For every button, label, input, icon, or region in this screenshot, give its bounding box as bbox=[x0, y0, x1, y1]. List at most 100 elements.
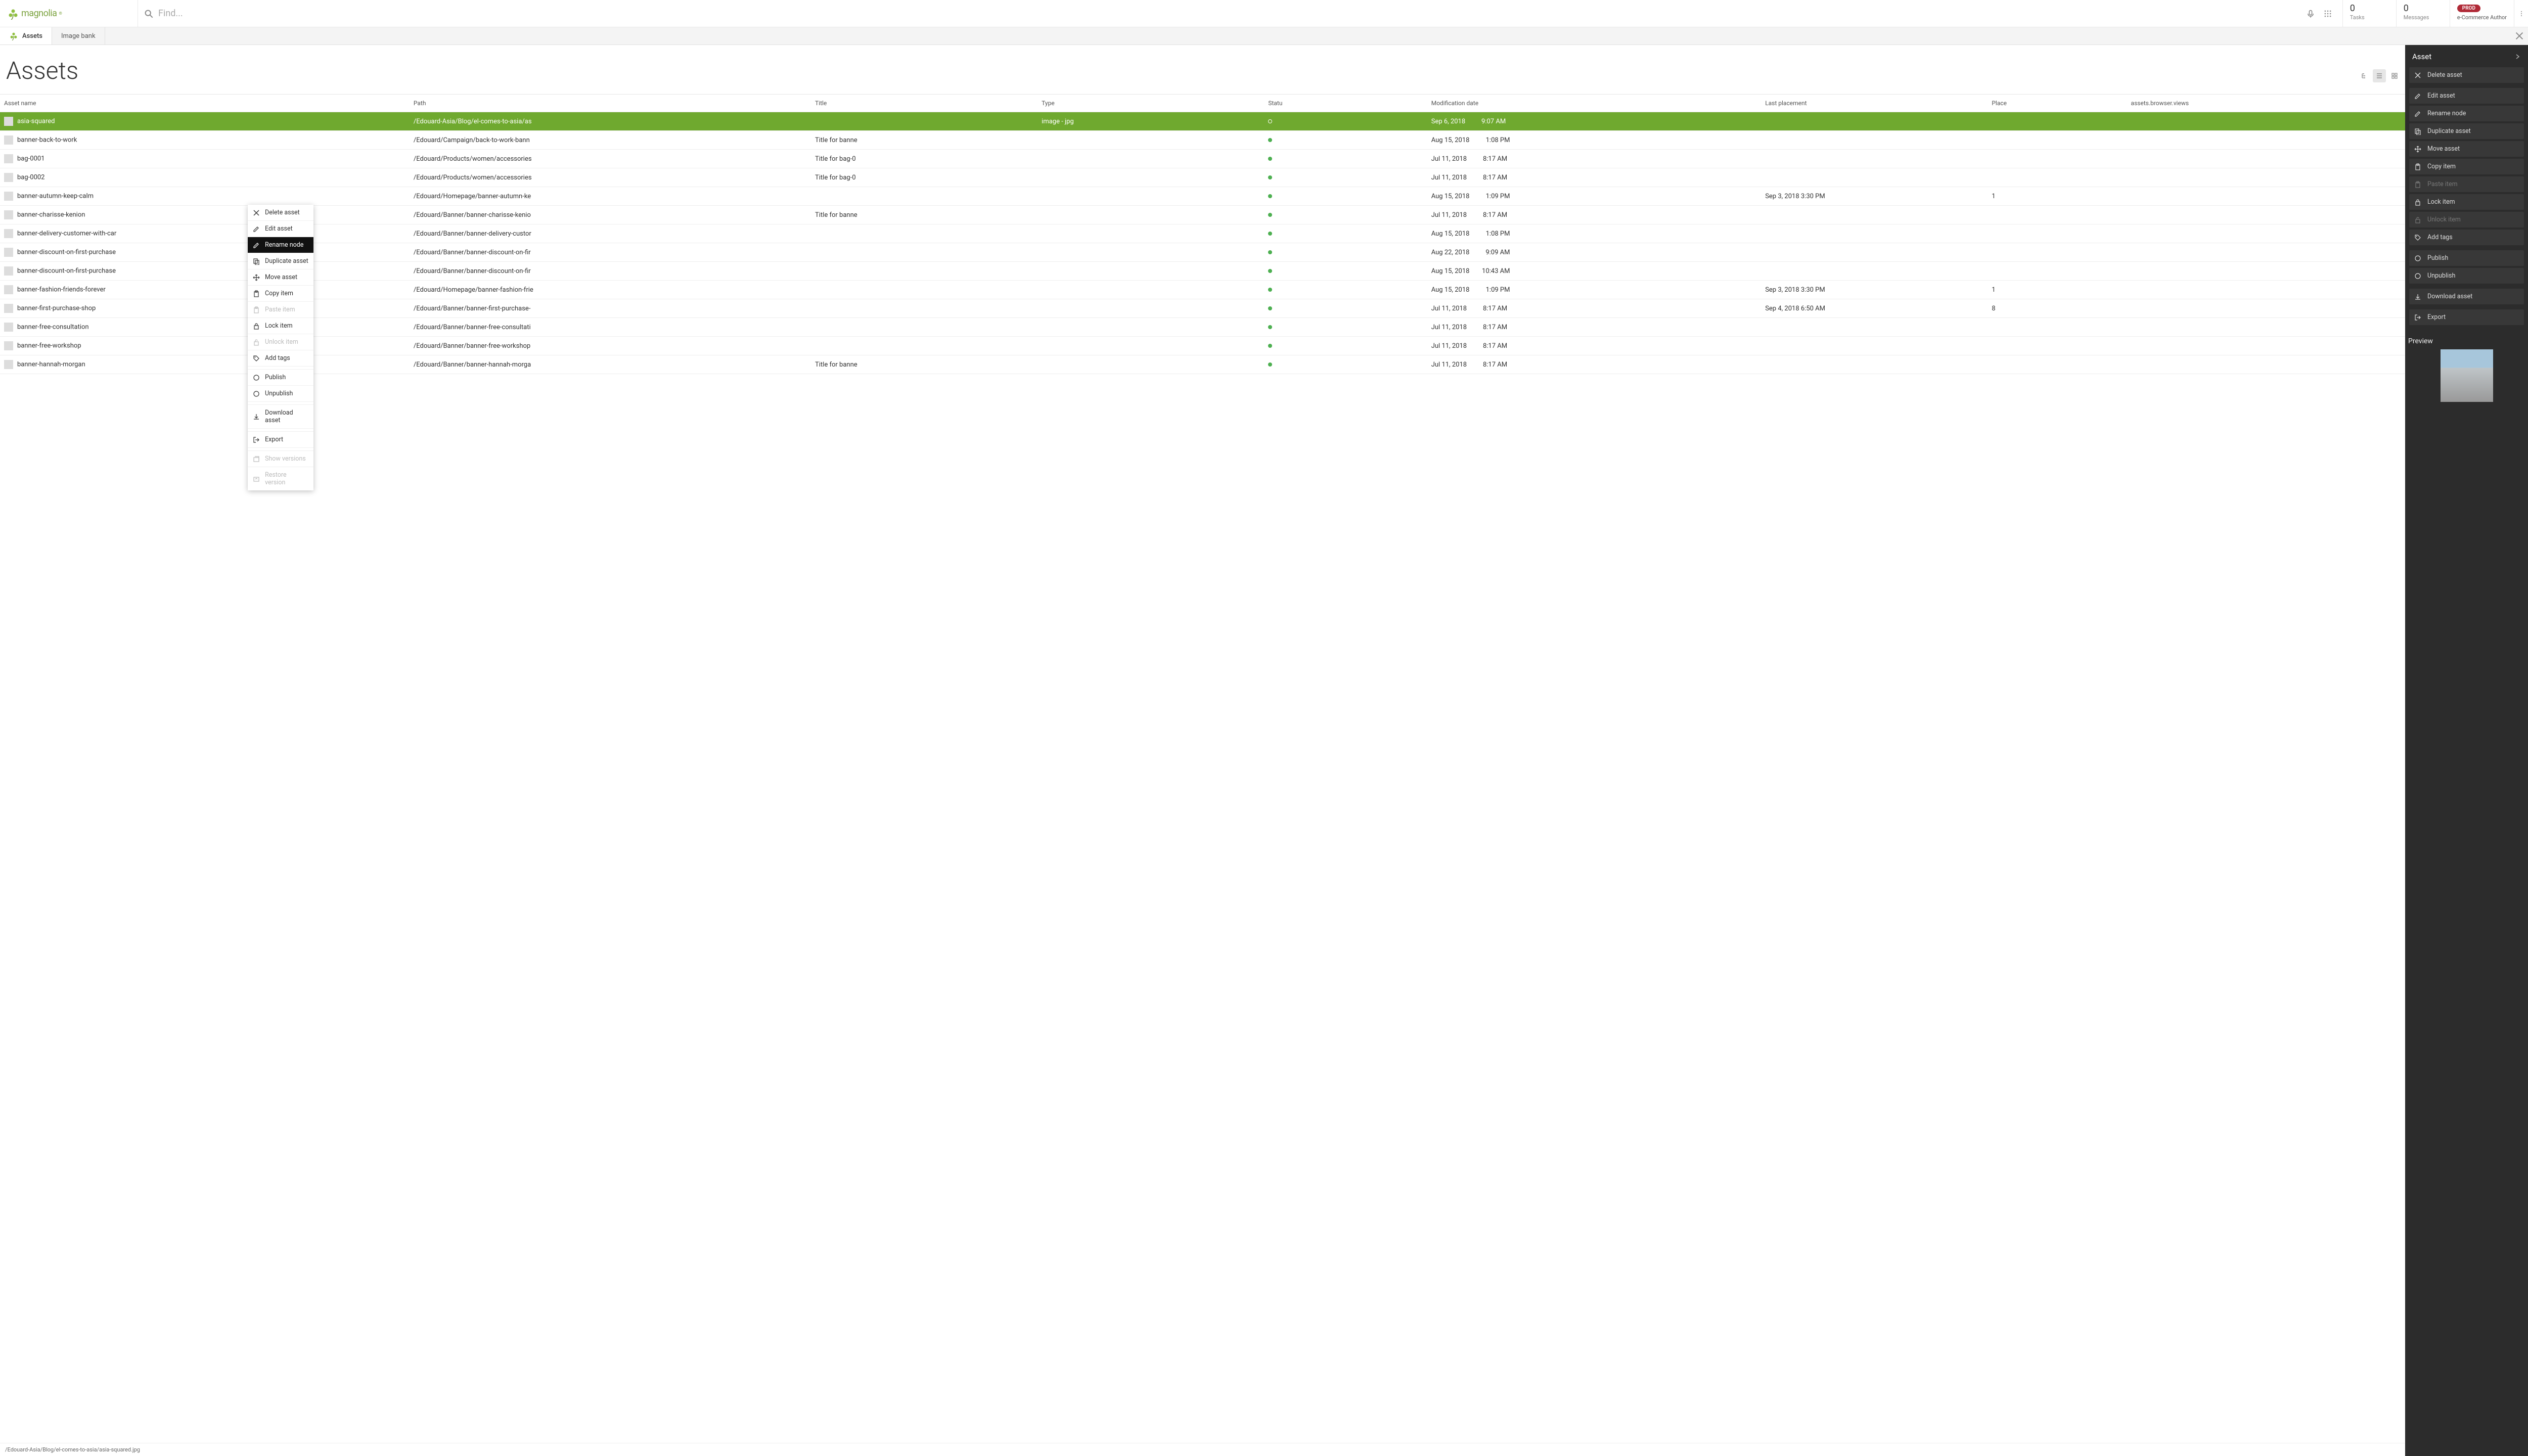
ctx-delete-asset[interactable]: Delete asset bbox=[248, 205, 313, 220]
col-modification[interactable]: Modification date bbox=[1427, 95, 1761, 112]
asset-path: /Edouard/Banner/banner-free-workshop bbox=[410, 337, 811, 355]
action-lock-item[interactable]: Lock item bbox=[2409, 194, 2524, 210]
table-row[interactable]: banner-charisse-kenion/Edouard/Banner/ba… bbox=[0, 206, 2405, 224]
asset-place-count bbox=[1988, 206, 2127, 224]
tasks-counter[interactable]: 0 Tasks bbox=[2342, 0, 2396, 27]
action-delete-asset[interactable]: Delete asset bbox=[2409, 67, 2524, 83]
col-last-placement[interactable]: Last placement bbox=[1761, 95, 1988, 112]
ctx-publish[interactable]: Publish bbox=[248, 369, 313, 385]
col-path[interactable]: Path bbox=[410, 95, 811, 112]
table-row[interactable]: banner-fashion-friends-forever/Edouard/H… bbox=[0, 281, 2405, 299]
ctx-label: Paste item bbox=[265, 306, 295, 313]
asset-views bbox=[2127, 355, 2405, 374]
asset-views bbox=[2127, 243, 2405, 262]
brand-name: magnolia bbox=[21, 8, 57, 19]
col-place[interactable]: Place bbox=[1988, 95, 2127, 112]
tab-image-bank[interactable]: Image bank bbox=[52, 27, 105, 44]
action-publish[interactable]: Publish bbox=[2409, 250, 2524, 266]
magnolia-flower-icon bbox=[7, 8, 19, 20]
ctx-label: Delete asset bbox=[265, 209, 300, 216]
ctx-move-asset[interactable]: Move asset bbox=[248, 269, 313, 285]
download-icon bbox=[253, 413, 260, 420]
action-edit-asset[interactable]: Edit asset bbox=[2409, 88, 2524, 104]
brand-logo[interactable]: magnolia® bbox=[7, 8, 62, 20]
action-duplicate-asset[interactable]: Duplicate asset bbox=[2409, 123, 2524, 139]
status-published-icon bbox=[1268, 213, 1272, 217]
ctx-export[interactable]: Export bbox=[248, 431, 313, 447]
table-row[interactable]: banner-autumn-keep-calm/Edouard/Homepage… bbox=[0, 187, 2405, 206]
status-published-icon bbox=[1268, 269, 1272, 273]
ctx-add-tags[interactable]: Add tags bbox=[248, 350, 313, 366]
table-row[interactable]: banner-free-workshop/Edouard/Banner/bann… bbox=[0, 337, 2405, 355]
col-type[interactable]: Type bbox=[1037, 95, 1264, 112]
action-add-tags[interactable]: Add tags bbox=[2409, 230, 2524, 245]
asset-views bbox=[2127, 168, 2405, 187]
messages-counter[interactable]: 0 Messages bbox=[2396, 0, 2450, 27]
search-input[interactable] bbox=[153, 8, 2302, 19]
ctx-download-asset[interactable]: Download asset bbox=[248, 404, 313, 428]
action-unpublish[interactable]: Unpublish bbox=[2409, 268, 2524, 284]
table-row[interactable]: bag-0001/Edouard/Products/women/accessor… bbox=[0, 150, 2405, 168]
lock-icon bbox=[253, 323, 260, 330]
header-menu-button[interactable] bbox=[2514, 0, 2528, 27]
table-row[interactable]: asia-squared/Edouard-Asia/Blog/el-comes-… bbox=[0, 112, 2405, 131]
action-move-asset[interactable]: Move asset bbox=[2409, 141, 2524, 157]
action-label: Unlock item bbox=[2427, 216, 2461, 223]
asset-type bbox=[1037, 318, 1264, 337]
asset-name: banner-autumn-keep-calm bbox=[17, 192, 94, 200]
asset-title: Title for bag-0 bbox=[811, 168, 1037, 187]
circle-icon bbox=[253, 374, 260, 381]
action-rename-node[interactable]: Rename node bbox=[2409, 106, 2524, 121]
ctx-duplicate-asset[interactable]: Duplicate asset bbox=[248, 253, 313, 269]
grid-icon bbox=[2391, 72, 2398, 79]
ctx-lock-item[interactable]: Lock item bbox=[248, 317, 313, 334]
ctx-edit-asset[interactable]: Edit asset bbox=[248, 220, 313, 237]
asset-mod-date: Jul 11, 20188:17 AM bbox=[1427, 318, 1761, 337]
asset-name: banner-back-to-work bbox=[17, 136, 77, 144]
panel-header[interactable]: Asset bbox=[2405, 45, 2528, 67]
action-copy-item[interactable]: Copy item bbox=[2409, 159, 2524, 174]
status-published-icon bbox=[1268, 344, 1272, 348]
action-export[interactable]: Export bbox=[2409, 309, 2524, 325]
clip-icon bbox=[253, 306, 260, 313]
mic-icon[interactable] bbox=[2306, 9, 2315, 18]
ctx-label: Publish bbox=[265, 374, 286, 381]
list-view-button[interactable] bbox=[2373, 69, 2386, 82]
ctx-copy-item[interactable]: Copy item bbox=[248, 285, 313, 301]
action-unlock-item: Unlock item bbox=[2409, 212, 2524, 228]
ctx-rename-node[interactable]: Rename node bbox=[248, 237, 313, 253]
clip-icon bbox=[2414, 181, 2421, 188]
grid-view-button[interactable] bbox=[2388, 69, 2401, 82]
col-title[interactable]: Title bbox=[811, 95, 1037, 112]
action-label: Publish bbox=[2427, 254, 2448, 262]
ctx-unpublish[interactable]: Unpublish bbox=[248, 385, 313, 401]
table-row[interactable]: bag-0002/Edouard/Products/women/accessor… bbox=[0, 168, 2405, 187]
asset-title: Title for banne bbox=[811, 206, 1037, 224]
asset-last-placement bbox=[1761, 131, 1988, 150]
tab-assets[interactable]: Assets bbox=[0, 27, 52, 44]
asset-type bbox=[1037, 224, 1264, 243]
tree-view-button[interactable] bbox=[2358, 69, 2371, 82]
environment-indicator[interactable]: PROD e-Commerce Author bbox=[2450, 0, 2514, 27]
tag-icon bbox=[253, 355, 260, 362]
table-row[interactable]: banner-free-consultation/Edouard/Banner/… bbox=[0, 318, 2405, 337]
asset-place-count: 1 bbox=[1988, 281, 2127, 299]
col-views[interactable]: assets.browser.views bbox=[2127, 95, 2405, 112]
close-app-icon[interactable] bbox=[2515, 31, 2524, 40]
download-icon bbox=[2414, 293, 2421, 300]
action-download-asset[interactable]: Download asset bbox=[2409, 289, 2524, 304]
apps-grid-icon[interactable] bbox=[2323, 9, 2332, 18]
table-row[interactable]: banner-back-to-work/Edouard/Campaign/bac… bbox=[0, 131, 2405, 150]
table-row[interactable]: banner-first-purchase-shop/Edouard/Banne… bbox=[0, 299, 2405, 318]
table-row[interactable]: banner-discount-on-first-purchase/Edouar… bbox=[0, 262, 2405, 281]
col-asset-name[interactable]: Asset name bbox=[0, 95, 410, 112]
table-row[interactable]: banner-hannah-morgan/Edouard/Banner/bann… bbox=[0, 355, 2405, 374]
asset-type bbox=[1037, 281, 1264, 299]
asset-views bbox=[2127, 337, 2405, 355]
preview-thumbnail[interactable] bbox=[2441, 349, 2493, 402]
unlock-icon bbox=[2414, 216, 2421, 223]
asset-status bbox=[1264, 243, 1427, 262]
col-status[interactable]: Statu bbox=[1264, 95, 1427, 112]
table-row[interactable]: banner-discount-on-first-purchase/Edouar… bbox=[0, 243, 2405, 262]
table-row[interactable]: banner-delivery-customer-with-car/Edouar… bbox=[0, 224, 2405, 243]
